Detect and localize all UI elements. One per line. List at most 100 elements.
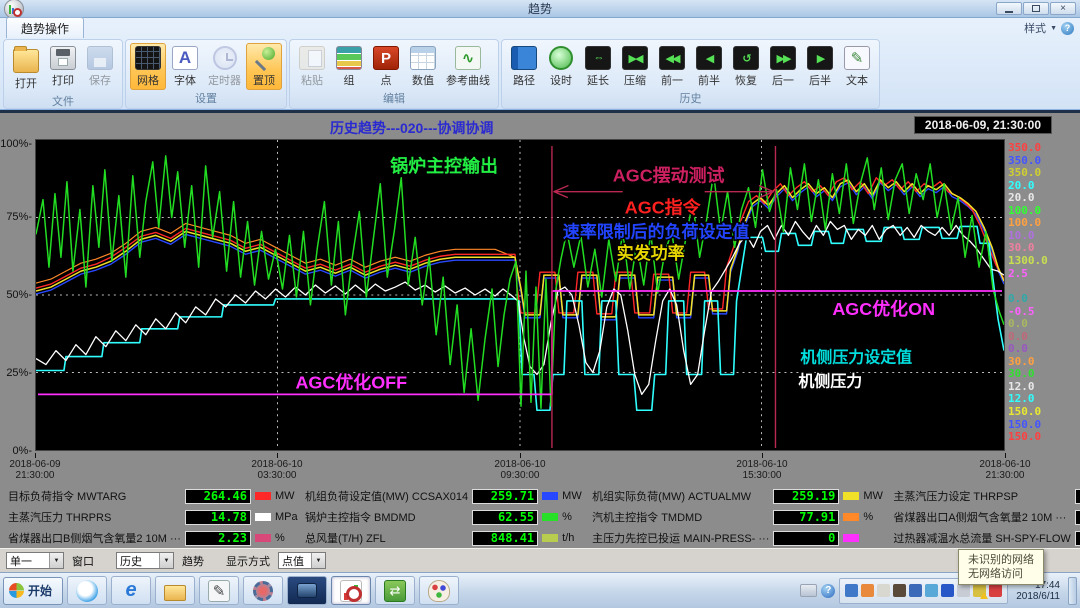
ribbon-button-text[interactable]: ✎ 文本 <box>839 43 875 90</box>
dropdown-arrow-icon[interactable]: ▼ <box>311 553 325 568</box>
network-globe-icon[interactable] <box>845 584 858 597</box>
taskbar-stylus-tool-button[interactable]: ✎ <box>199 576 239 605</box>
x-axis-tick <box>277 453 278 458</box>
ribbon-button-next[interactable]: ▶▶后一 <box>765 43 801 90</box>
network-warning-icon[interactable] <box>973 584 986 597</box>
trend-curves: 锅炉主控输出AGC摆动测试AGC指令速率限制后的负荷设定值实发功率AGC优化ON… <box>36 140 1004 450</box>
taskbar-paint-app-button[interactable] <box>419 576 459 605</box>
window-mode-dropdown[interactable]: 单一 ▼ <box>6 552 64 569</box>
nexthalf-icon: ▶ <box>807 46 833 70</box>
ribbon-button-label: 恢复 <box>735 72 757 88</box>
prevhalf-icon: ◀ <box>696 46 722 70</box>
ribbon-button-open[interactable]: 打开 <box>8 43 44 93</box>
ribbon-button-refcurve[interactable]: ∿参考曲线 <box>442 43 494 90</box>
legend-label: 机组负荷设定值(MW) CCSAX014 <box>305 488 468 504</box>
media-player-icon[interactable] <box>893 584 906 597</box>
ribbon-button-print[interactable]: 打印 <box>45 43 81 90</box>
ribbon-button-font[interactable]: A字体 <box>167 43 203 90</box>
ribbon-button-grid[interactable]: 网格 <box>130 43 166 90</box>
legend-row: 总风量(T/H) ZFL848.41t/h <box>305 529 588 547</box>
taskbar-qq-browser-button[interactable] <box>67 576 107 605</box>
ribbon-button-label: 文本 <box>846 72 868 88</box>
audio-manager-icon[interactable] <box>861 584 874 597</box>
right-axis-value: 0.0 <box>1008 317 1028 330</box>
series-mwtarg-red <box>36 178 1004 314</box>
ribbon-button-settime[interactable]: 设时 <box>543 43 579 90</box>
windows-logo-icon <box>9 583 24 598</box>
volume-icon[interactable] <box>957 584 970 597</box>
text-icon: ✎ <box>844 46 870 70</box>
keyboard-icon[interactable] <box>800 584 817 597</box>
ribbon-button-compress[interactable]: ▶◀压缩 <box>617 43 653 90</box>
minimize-button[interactable] <box>996 2 1022 15</box>
minimize-icon <box>1005 11 1013 13</box>
exchange-app-icon: ⇄ <box>384 580 406 602</box>
ribbon-group-label: 设置 <box>126 90 286 108</box>
legend-unit: MW <box>275 490 301 502</box>
close-button[interactable]: × <box>1050 2 1076 15</box>
ribbon-button-label: 压缩 <box>624 72 646 88</box>
chart-annotation: AGC摆动测试 <box>613 165 725 186</box>
ribbon-button-save[interactable]: 保存 <box>82 43 118 90</box>
action-center-icon[interactable] <box>989 584 1002 597</box>
ribbon-button-extend[interactable]: ⇔延长 <box>580 43 616 90</box>
legend-value: 62.55 <box>472 510 538 525</box>
ribbon-button-nexthalf[interactable]: ▶后半 <box>802 43 838 90</box>
show-desktop-button[interactable] <box>1068 577 1077 605</box>
timer-icon <box>213 46 237 70</box>
right-axis-value: 0.0 <box>1008 330 1028 343</box>
legend-label: 主蒸汽压力设定 THRPSP <box>893 488 1070 504</box>
y-axis-left: 100%-75%-50%-25%-0%- <box>0 139 33 451</box>
tab-trend-operations[interactable]: 趋势操作 <box>6 17 84 38</box>
ribbon-button-prev[interactable]: ◀◀前一 <box>654 43 690 90</box>
legend-color-swatch <box>255 513 271 521</box>
x-axis: 2018-06-0921:30:002018-06-1003:30:002018… <box>0 453 1080 483</box>
tray-help-icon[interactable]: ? <box>821 584 835 598</box>
clipboard-icon[interactable] <box>877 584 890 597</box>
help-icon[interactable]: ? <box>1061 22 1074 35</box>
chart-timestamp: 2018-06-09, 21:30:00 <box>914 116 1052 134</box>
ribbon-button-prevhalf[interactable]: ◀前半 <box>691 43 727 90</box>
style-button[interactable]: 样式 <box>1024 20 1046 36</box>
taskbar-trend-app-button[interactable] <box>331 576 371 605</box>
right-axis-value: 350.0 <box>1008 154 1041 167</box>
taskbar-ie-browser-button[interactable]: e <box>111 576 151 605</box>
ribbon-button-restore[interactable]: ↺恢复 <box>728 43 764 90</box>
ribbon-button-point[interactable]: P点 <box>368 43 404 90</box>
start-button[interactable]: 开始 <box>3 577 63 605</box>
y-axis-label: 100%- <box>0 138 32 150</box>
dropdown-arrow-icon[interactable]: ▼ <box>159 553 173 568</box>
ribbon-button-timer[interactable]: 定时器 <box>204 43 245 90</box>
display-tray-icon[interactable] <box>909 584 922 597</box>
taskbar-file-manager-button[interactable] <box>155 576 195 605</box>
legend-label: 主压力先控已投运 MAIN-PRESS- ··· <box>592 530 769 546</box>
ribbon-button-paste[interactable]: 粘贴 <box>294 43 330 90</box>
right-axis-value: 350.0 <box>1008 166 1041 179</box>
ribbon-button-topmost[interactable]: 置顶 <box>246 43 282 90</box>
legend-value: 14.41 <box>1075 489 1080 504</box>
legend-color-swatch <box>843 492 859 500</box>
trend-mode-dropdown[interactable]: 历史 ▼ <box>116 552 174 569</box>
ribbon-button-group[interactable]: 组 <box>331 43 367 90</box>
style-dropdown-arrow-icon[interactable]: ▼ <box>1050 25 1057 32</box>
taskbar-display-app-button[interactable] <box>287 576 327 605</box>
ribbon-button-values[interactable]: 数值 <box>405 43 441 90</box>
defender-icon[interactable] <box>941 584 954 597</box>
legend-label: 机组实际负荷(MW) ACTUALMW <box>592 488 769 504</box>
display-mode-dropdown[interactable]: 点值 ▼ <box>278 552 326 569</box>
legend-label: 省煤器出口B侧烟气含氧量2 10M ··· <box>8 530 181 546</box>
chart-annotation: 速率限制后的负荷设定值 <box>563 221 749 241</box>
taskbar-exchange-app-button[interactable]: ⇄ <box>375 576 415 605</box>
right-axis-value: 30.0 <box>1008 367 1035 380</box>
ribbon-button-label: 定时器 <box>208 72 241 88</box>
taskbar-system-config-button[interactable] <box>243 576 283 605</box>
ribbon-button-path[interactable]: 路径 <box>506 43 542 90</box>
trend-plot[interactable]: 锅炉主控输出AGC摆动测试AGC指令速率限制后的负荷设定值实发功率AGC优化ON… <box>35 139 1005 451</box>
trend-mode-value: 历史 <box>117 553 159 569</box>
dropdown-arrow-icon[interactable]: ▼ <box>49 553 63 568</box>
legend-row: 省煤器出口A侧烟气含氧量2 10M ···2.47% <box>893 508 1080 526</box>
maximize-button[interactable] <box>1023 2 1049 15</box>
input-method-icon[interactable] <box>925 584 938 597</box>
ribbon-button-label: 字体 <box>174 72 196 88</box>
extend-icon: ⇔ <box>585 46 611 70</box>
